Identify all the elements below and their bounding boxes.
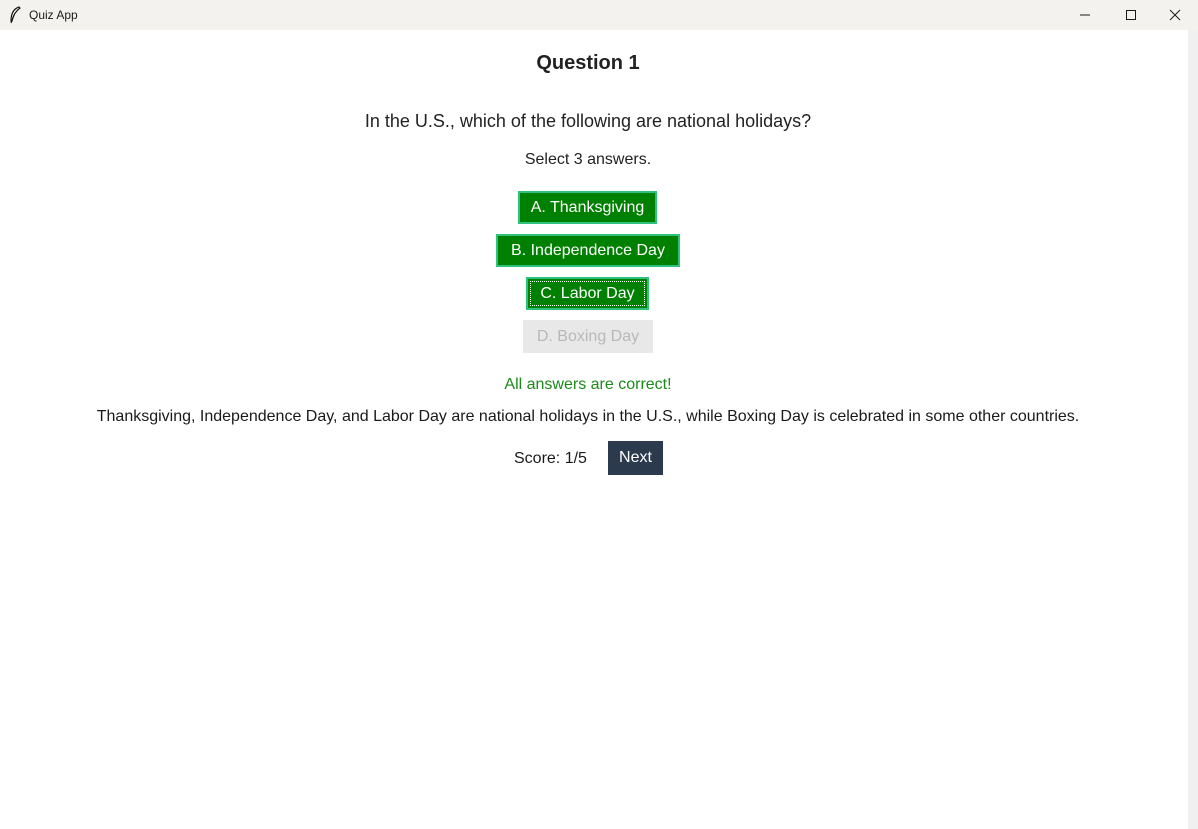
quiz-content: Question 1 In the U.S., which of the fol… <box>0 30 1188 829</box>
option-b-button[interactable]: B. Independence Day <box>496 234 680 267</box>
title-bar: Quiz App <box>0 0 1198 30</box>
feedback-message: All answers are correct! <box>504 376 672 393</box>
quiz-window: Quiz App Question 1 In the U.S., which o… <box>0 0 1198 829</box>
option-d-button: D. Boxing Day <box>523 320 653 353</box>
score-label: Score: 1/5 <box>514 450 587 467</box>
window-title: Quiz App <box>29 8 78 22</box>
feather-icon <box>10 6 21 24</box>
minimize-icon <box>1080 14 1090 16</box>
focus-ring <box>530 281 645 306</box>
close-button[interactable] <box>1152 0 1198 30</box>
close-icon <box>1169 9 1181 21</box>
answer-hint: Select 3 answers. <box>524 151 652 168</box>
question-title: Question 1 <box>536 52 640 74</box>
minimize-button[interactable] <box>1062 0 1108 30</box>
question-text: In the U.S., which of the following are … <box>364 111 812 131</box>
vertical-scrollbar[interactable] <box>1188 30 1198 829</box>
explanation-text: Thanksgiving, Independence Day, and Labo… <box>96 408 1080 425</box>
next-button[interactable]: Next <box>608 441 663 475</box>
maximize-button[interactable] <box>1108 0 1154 30</box>
maximize-icon <box>1126 10 1136 20</box>
option-a-button[interactable]: A. Thanksgiving <box>518 191 657 224</box>
option-c-button[interactable]: C. Labor Day <box>526 277 649 310</box>
